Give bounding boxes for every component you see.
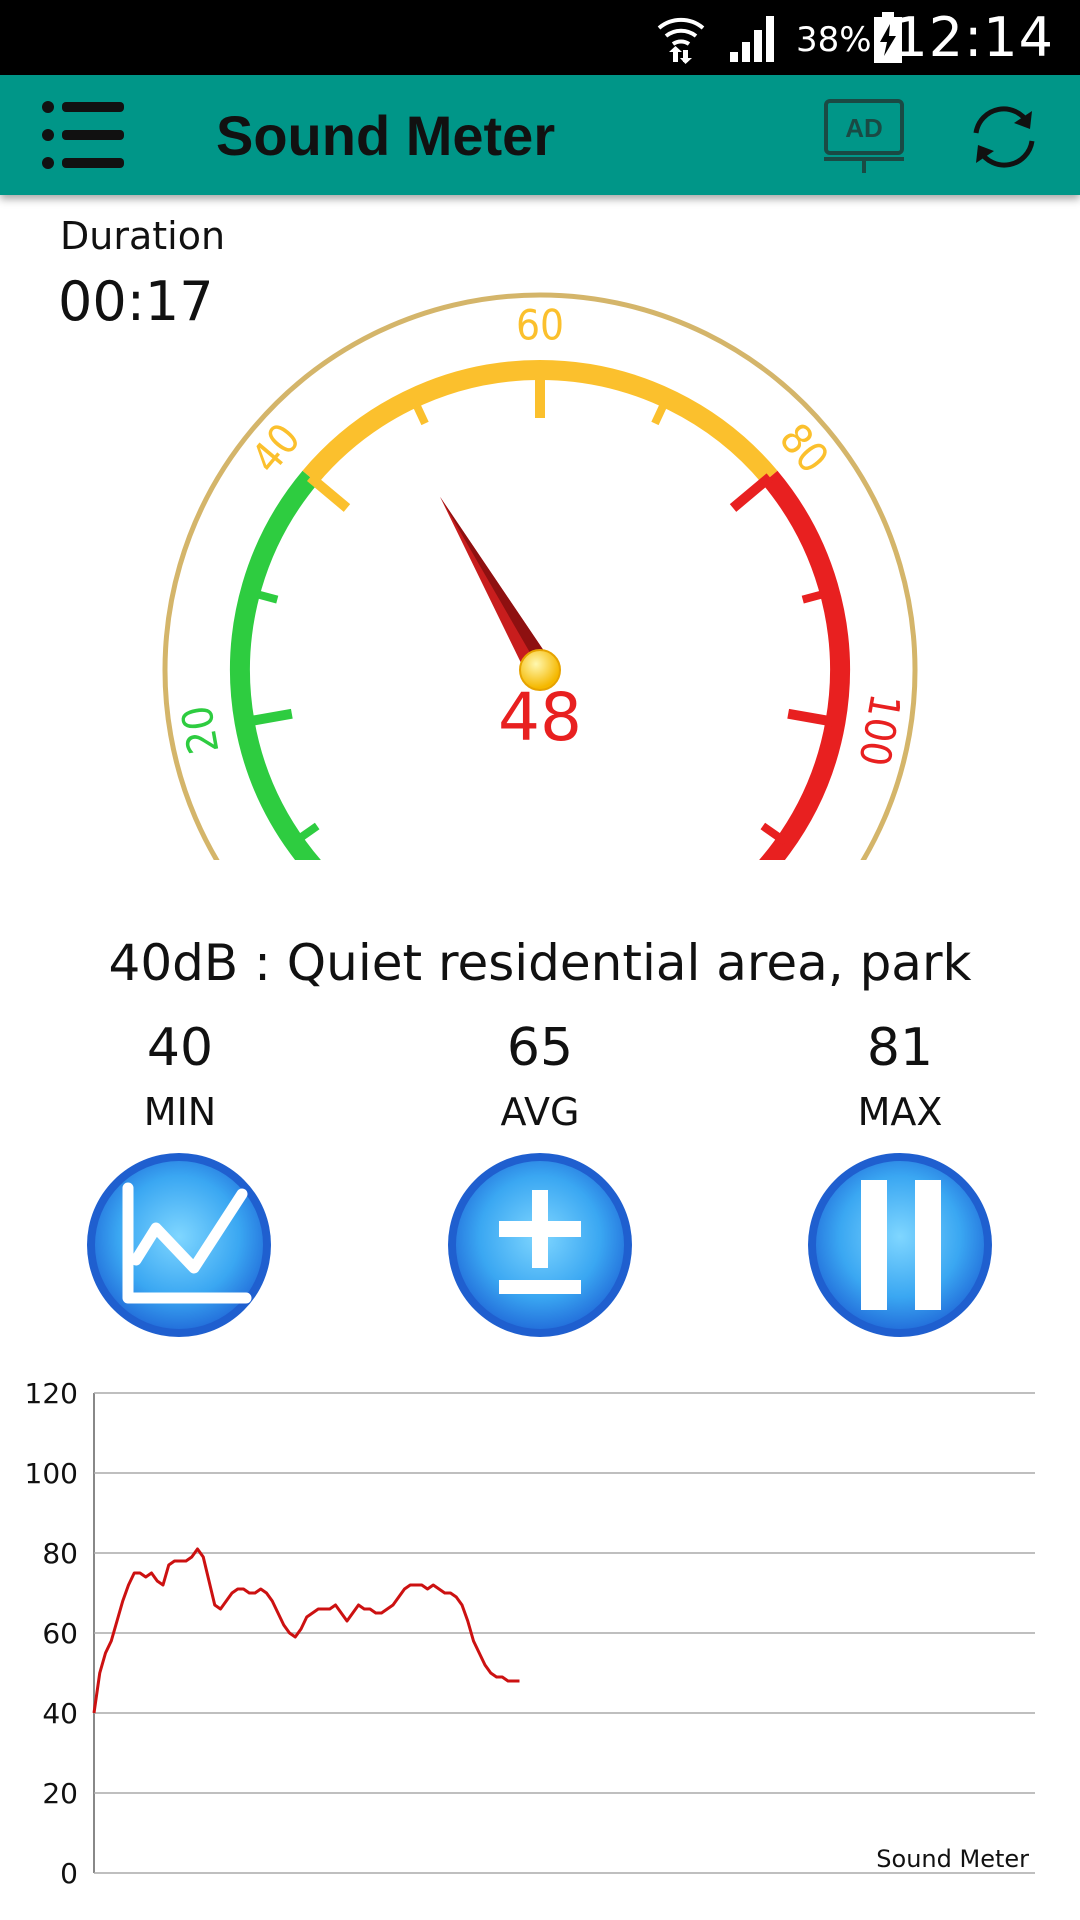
gauge-tick	[729, 473, 774, 512]
app-title: Sound Meter	[216, 104, 556, 167]
y-tick-label: 0	[60, 1857, 78, 1890]
refresh-icon	[973, 106, 1035, 168]
sound-level-gauge: 02040608010012048	[162, 292, 918, 860]
menu-button[interactable]	[40, 97, 130, 173]
y-tick-label: 80	[42, 1537, 78, 1570]
gauge-needle-shade	[440, 496, 553, 670]
signal-icon	[730, 16, 774, 62]
ad-button[interactable]: AD	[822, 97, 906, 177]
gauge-band-red	[759, 470, 850, 860]
min-label: MIN	[143, 1090, 217, 1134]
min-stat: 40 MIN	[30, 1018, 330, 1134]
gauge-reading: 48	[498, 679, 582, 756]
gauge-scale-label: 60	[516, 301, 564, 350]
min-value: 40	[146, 1018, 214, 1078]
gauge-scale-label: 80	[770, 414, 838, 482]
chart-watermark: Sound Meter	[876, 1845, 1029, 1873]
gauge-scale-label: 20	[172, 702, 229, 758]
y-tick-label: 100	[25, 1457, 78, 1490]
sound-history-chart: 0 20 40 60 80 100 120 Sound Meter	[25, 1377, 1035, 1890]
refresh-button[interactable]	[966, 99, 1042, 175]
max-stat: 81 MAX	[750, 1018, 1050, 1134]
y-tick-label: 120	[25, 1377, 78, 1410]
pause-button[interactable]	[805, 1150, 995, 1340]
gauge-scale-label: 40	[241, 414, 309, 482]
avg-label: AVG	[500, 1090, 580, 1134]
gauge-tick	[306, 473, 351, 512]
y-tick-label: 40	[42, 1697, 78, 1730]
status-bar: 38% 12:14	[0, 0, 1080, 75]
max-label: MAX	[857, 1090, 943, 1134]
ad-text: AD	[845, 113, 883, 143]
y-tick-label: 20	[42, 1777, 78, 1810]
ad-board-icon: AD	[824, 99, 904, 173]
app-bar: Sound Meter AD	[0, 75, 1080, 195]
clock: 12:14	[893, 6, 1054, 69]
level-description: 40dB : Quiet residential area, park	[108, 934, 972, 992]
avg-stat: 65 AVG	[390, 1018, 690, 1134]
gauge-band-green	[230, 470, 321, 860]
wifi-icon	[657, 17, 705, 64]
hamburger-menu-icon	[42, 101, 124, 169]
battery-percent: 38%	[796, 20, 872, 60]
gauge-scale-label: 100	[849, 690, 910, 770]
chart-button[interactable]	[84, 1150, 274, 1340]
series-line	[92, 1547, 520, 1714]
avg-value: 65	[506, 1018, 574, 1078]
y-tick-label: 60	[42, 1617, 78, 1650]
max-value: 81	[866, 1018, 934, 1078]
calibrate-button[interactable]	[445, 1150, 635, 1340]
